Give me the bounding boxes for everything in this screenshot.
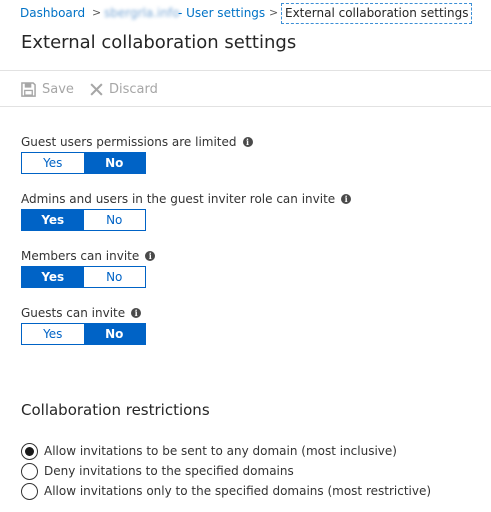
discard-label: Discard bbox=[109, 81, 158, 97]
toggle-no-option[interactable]: No bbox=[83, 267, 145, 287]
breadcrumb-current[interactable]: External collaboration settings bbox=[281, 3, 473, 24]
radio-label: Deny invitations to the specified domain… bbox=[44, 464, 294, 478]
toggle-yes-option[interactable]: Yes bbox=[22, 267, 84, 287]
radio-button[interactable] bbox=[21, 482, 38, 500]
save-label: Save bbox=[42, 81, 74, 97]
info-icon[interactable]: i bbox=[341, 194, 352, 204]
divider bbox=[0, 106, 491, 107]
info-icon[interactable]: i bbox=[145, 251, 156, 261]
breadcrumb-dashboard-link[interactable]: Dashboard bbox=[20, 0, 85, 26]
setting-label-members-invite: Members can invite i bbox=[21, 248, 156, 264]
toggle-yes-option[interactable]: Yes bbox=[22, 324, 84, 344]
setting-label-text: Guests can invite bbox=[21, 306, 126, 320]
radio-selected-dot bbox=[25, 446, 34, 456]
toggle-no-option[interactable]: No bbox=[83, 153, 145, 173]
discard-button[interactable]: Discard bbox=[90, 72, 158, 106]
toggle-members-invite: Yes No bbox=[21, 266, 146, 288]
breadcrumb: Dashboard > sbergrla.info - User setting… bbox=[0, 0, 491, 26]
breadcrumb-separator: > bbox=[269, 6, 279, 19]
toggle-guests-invite: Yes No bbox=[21, 323, 146, 345]
toggle-yes-option[interactable]: Yes bbox=[22, 153, 84, 173]
page-title: External collaboration settings bbox=[21, 32, 297, 53]
setting-label-text: Members can invite bbox=[21, 249, 140, 263]
toggle-no-option[interactable]: No bbox=[83, 210, 145, 230]
radio-label: Allow invitations to be sent to any doma… bbox=[44, 444, 397, 458]
toggle-yes-option[interactable]: Yes bbox=[22, 210, 84, 230]
save-button[interactable]: Save bbox=[21, 72, 74, 106]
breadcrumb-tenant-link[interactable]: sbergrla.info bbox=[104, 0, 180, 26]
setting-label-admins-invite: Admins and users in the guest inviter ro… bbox=[21, 191, 352, 207]
breadcrumb-separator: > bbox=[92, 6, 102, 19]
breadcrumb-user-settings-link[interactable]: - User settings bbox=[178, 0, 265, 26]
radio-allow-any-domain[interactable]: Allow invitations to be sent to any doma… bbox=[21, 442, 397, 460]
toggle-guest-permissions: Yes No bbox=[21, 152, 146, 174]
radio-label: Allow invitations only to the specified … bbox=[44, 484, 432, 498]
toggle-no-option[interactable]: No bbox=[83, 324, 145, 344]
setting-label-text: Admins and users in the guest inviter ro… bbox=[21, 192, 336, 206]
command-bar: Save Discard bbox=[0, 72, 491, 106]
radio-allow-only-specified-domains[interactable]: Allow invitations only to the specified … bbox=[21, 482, 431, 500]
divider bbox=[0, 70, 491, 71]
radio-deny-specified-domains[interactable]: Deny invitations to the specified domain… bbox=[21, 462, 294, 480]
info-icon[interactable]: i bbox=[131, 308, 142, 318]
setting-label-guests-invite: Guests can invite i bbox=[21, 305, 142, 321]
setting-label-guest-permissions: Guest users permissions are limited i bbox=[21, 134, 253, 150]
toggle-admins-invite: Yes No bbox=[21, 209, 146, 231]
info-icon[interactable]: i bbox=[242, 137, 253, 147]
section-heading-collaboration-restrictions: Collaboration restrictions bbox=[21, 401, 210, 419]
radio-button[interactable] bbox=[21, 442, 38, 460]
close-icon bbox=[90, 82, 103, 96]
save-icon bbox=[21, 81, 36, 97]
radio-button[interactable] bbox=[21, 462, 38, 480]
setting-label-text: Guest users permissions are limited bbox=[21, 135, 237, 149]
